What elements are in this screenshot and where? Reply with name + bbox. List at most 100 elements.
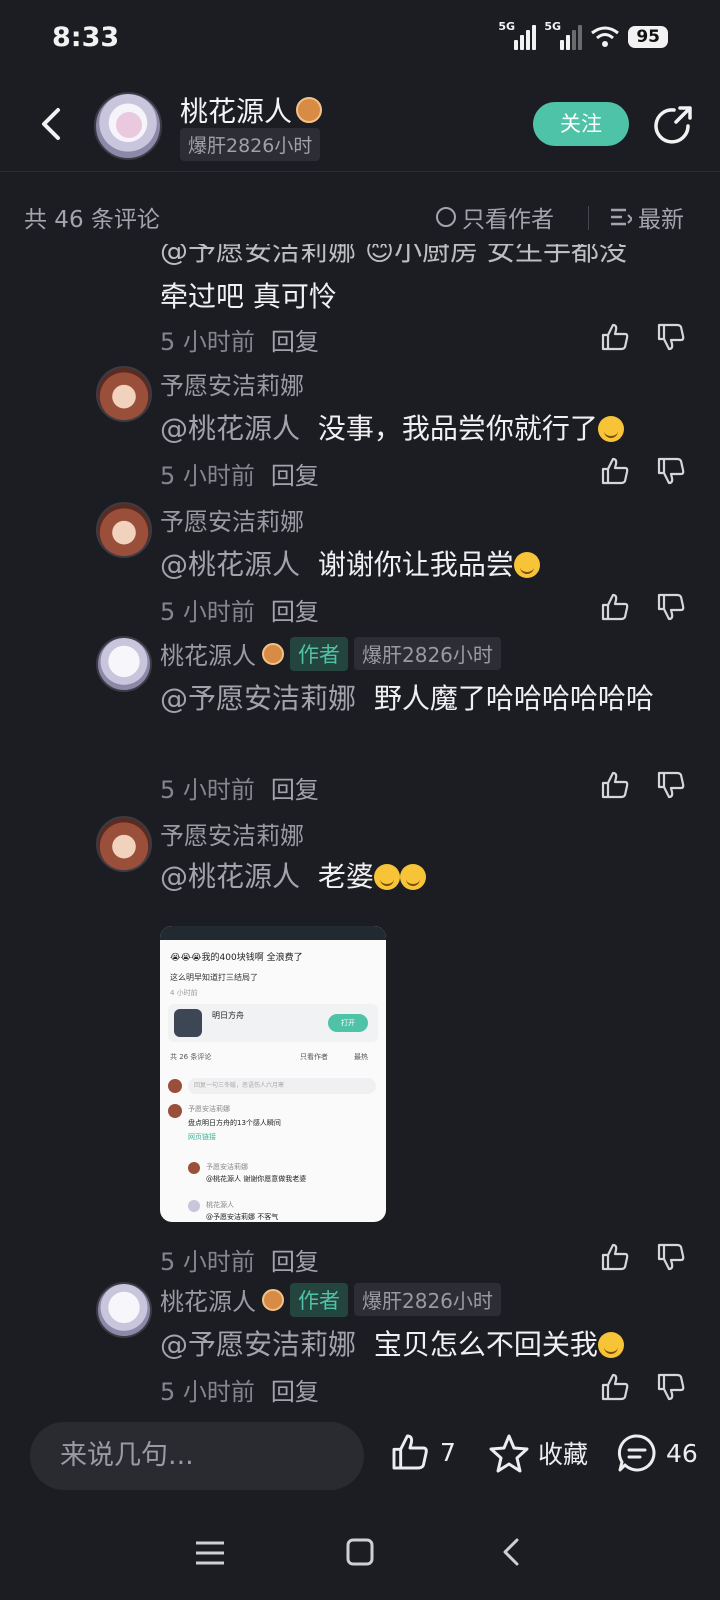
thumb-up-icon[interactable]: [600, 456, 630, 486]
post-header: 桃花源人 爆肝2826小时 关注: [0, 86, 720, 172]
sort-label: 最新: [638, 207, 684, 233]
commenter-name[interactable]: 桃花源人 作者 爆肝2826小时: [160, 1282, 501, 1317]
mention-link[interactable]: @予愿安洁莉娜: [160, 682, 356, 715]
reply-button[interactable]: 回复: [271, 322, 319, 357]
comment-meta: 5 小时前 回复: [160, 770, 319, 805]
crying-emoji-icon: [597, 1332, 624, 1358]
signal-icon: 5G: [498, 20, 537, 50]
menu-icon[interactable]: [194, 1538, 226, 1568]
favorite-button[interactable]: 收藏: [488, 1432, 588, 1474]
user-badge-icon: [262, 642, 284, 665]
favorite-label: 收藏: [538, 1440, 589, 1469]
mention-link[interactable]: @桃花源人: [160, 860, 300, 893]
commenter-avatar[interactable]: [96, 816, 152, 872]
reply-button[interactable]: 回复: [271, 1372, 319, 1404]
commenter-name[interactable]: 予愿安洁莉娜: [160, 366, 304, 401]
hours-badge: 爆肝2826小时: [180, 128, 321, 161]
comment-count: 46: [666, 1438, 698, 1468]
thumb-down-icon[interactable]: [656, 1242, 686, 1272]
commenter-avatar[interactable]: [96, 366, 152, 422]
sort-toggle[interactable]: 最新: [610, 200, 684, 234]
author-name-row[interactable]: 桃花源人: [180, 90, 323, 130]
thumb-down-icon[interactable]: [656, 456, 686, 486]
comment-text: @桃花源人 谢谢你让我品尝: [160, 542, 670, 588]
embedded-avatar: [168, 1079, 182, 1093]
comment-list[interactable]: @予愿安洁莉娜 😊小厨房 女生手都没 牵过吧 真可怜 5 小时前 回复 予愿安洁…: [0, 244, 720, 1404]
embedded-c3-text: @予愿安洁莉娜 不客气: [206, 1213, 279, 1221]
comment-time: 5 小时前: [160, 328, 255, 356]
like-button[interactable]: 7: [390, 1432, 456, 1472]
comment-text: @桃花源人 没事，我品尝你就行了: [160, 406, 670, 452]
only-author-toggle[interactable]: 只看作者: [436, 200, 554, 234]
reply-button[interactable]: 回复: [271, 592, 319, 627]
embedded-sort: 最热: [354, 1053, 368, 1061]
comment-text: @予愿安洁莉娜 野人魔了哈哈哈哈哈哈: [160, 682, 654, 715]
commenter-avatar[interactable]: [96, 636, 152, 692]
thumb-up-icon[interactable]: [600, 1242, 630, 1272]
mention-link[interactable]: @桃花源人: [160, 548, 300, 581]
thumb-down-icon[interactable]: [656, 770, 686, 800]
comment-bubble-icon: [617, 1434, 656, 1472]
game-open-button: 打开: [328, 1014, 368, 1032]
embedded-game-card: 明日方舟 打开: [168, 1004, 378, 1042]
embedded-status-strip: [160, 926, 386, 940]
comment-meta: 5 小时前 回复: [160, 456, 319, 491]
radio-circle-icon: [436, 207, 456, 227]
comment-text-partial: @予愿安洁莉娜 😊小厨房 女生手都没: [160, 244, 627, 267]
embedded-c2-text: @桃花源人 谢谢你愿意做我老婆: [206, 1175, 307, 1183]
star-icon: [489, 1434, 529, 1473]
status-bar: 8:33 5G 5G 95: [0, 0, 720, 78]
thumb-up-icon[interactable]: [600, 592, 630, 622]
reply-button[interactable]: 回复: [271, 1242, 319, 1277]
comment-meta: 5 小时前 回复: [160, 1372, 319, 1404]
thumb-down-icon[interactable]: [656, 1372, 686, 1402]
thumb-up-icon[interactable]: [600, 1372, 630, 1402]
grin-emoji-icon: [399, 864, 426, 890]
user-badge-icon: [296, 97, 323, 123]
author-tag: 作者: [290, 636, 348, 671]
mention-link[interactable]: @予愿安洁莉娜: [160, 1328, 356, 1361]
nav-back-icon[interactable]: [496, 1536, 528, 1568]
like-count: 7: [440, 1437, 456, 1467]
commenter-name[interactable]: 予愿安洁莉娜: [160, 502, 304, 537]
comment-text: @桃花源人 老婆: [160, 854, 670, 900]
commenter-name[interactable]: 桃花源人 作者 爆肝2826小时: [160, 636, 501, 671]
embedded-c3-name: 桃花源人: [206, 1201, 234, 1209]
back-arrow-icon[interactable]: [32, 104, 72, 144]
comment-time: 5 小时前: [160, 1378, 255, 1404]
comment-input[interactable]: 来说几句...: [30, 1422, 364, 1490]
comment-text: @予愿安洁莉娜 宝贝怎么不回关我: [160, 1322, 670, 1368]
embedded-only-author: 只看作者: [300, 1053, 328, 1061]
grin-emoji-icon: [373, 864, 400, 890]
game-icon: [174, 1009, 202, 1037]
thumb-down-icon[interactable]: [656, 322, 686, 352]
hours-tag: 爆肝2826小时: [354, 1283, 501, 1316]
comments-button[interactable]: 46: [616, 1432, 698, 1474]
signal-icon: 5G: [544, 20, 583, 50]
game-name: 明日方舟: [212, 1011, 244, 1020]
thumb-up-icon[interactable]: [600, 322, 630, 352]
commenter-name[interactable]: 予愿安洁莉娜: [160, 816, 304, 851]
home-square-icon[interactable]: [344, 1536, 376, 1568]
embedded-count: 共 26 条评论: [170, 1053, 212, 1061]
thumb-down-icon[interactable]: [656, 592, 686, 622]
comment-meta: 5 小时前 回复: [160, 592, 319, 627]
commenter-avatar[interactable]: [96, 502, 152, 558]
comment-time: 5 小时前: [160, 1248, 255, 1276]
author-avatar[interactable]: [94, 92, 162, 160]
author-tag: 作者: [290, 1282, 348, 1317]
embedded-subtitle: 这么明早知道打三结局了: [170, 973, 258, 982]
embedded-screenshot[interactable]: 😭😭😭我的400块钱啊 全浪费了 这么明早知道打三结局了 4 小时前 明日方舟 …: [160, 926, 386, 1222]
comment-meta: 5 小时前 回复: [160, 322, 319, 357]
mention-link[interactable]: @桃花源人: [160, 412, 300, 445]
follow-button[interactable]: 关注: [533, 102, 629, 146]
commenter-avatar[interactable]: [96, 1282, 152, 1338]
share-icon[interactable]: [652, 104, 694, 146]
reply-button[interactable]: 回复: [271, 770, 319, 805]
embedded-time: 4 小时前: [170, 989, 198, 997]
sort-lines-icon: [611, 208, 632, 226]
reply-button[interactable]: 回复: [271, 456, 319, 491]
comment-text: 牵过吧 真可怜: [160, 280, 337, 313]
thumb-up-icon[interactable]: [600, 770, 630, 800]
embedded-c1-name: 予愿安洁莉娜: [188, 1105, 230, 1113]
